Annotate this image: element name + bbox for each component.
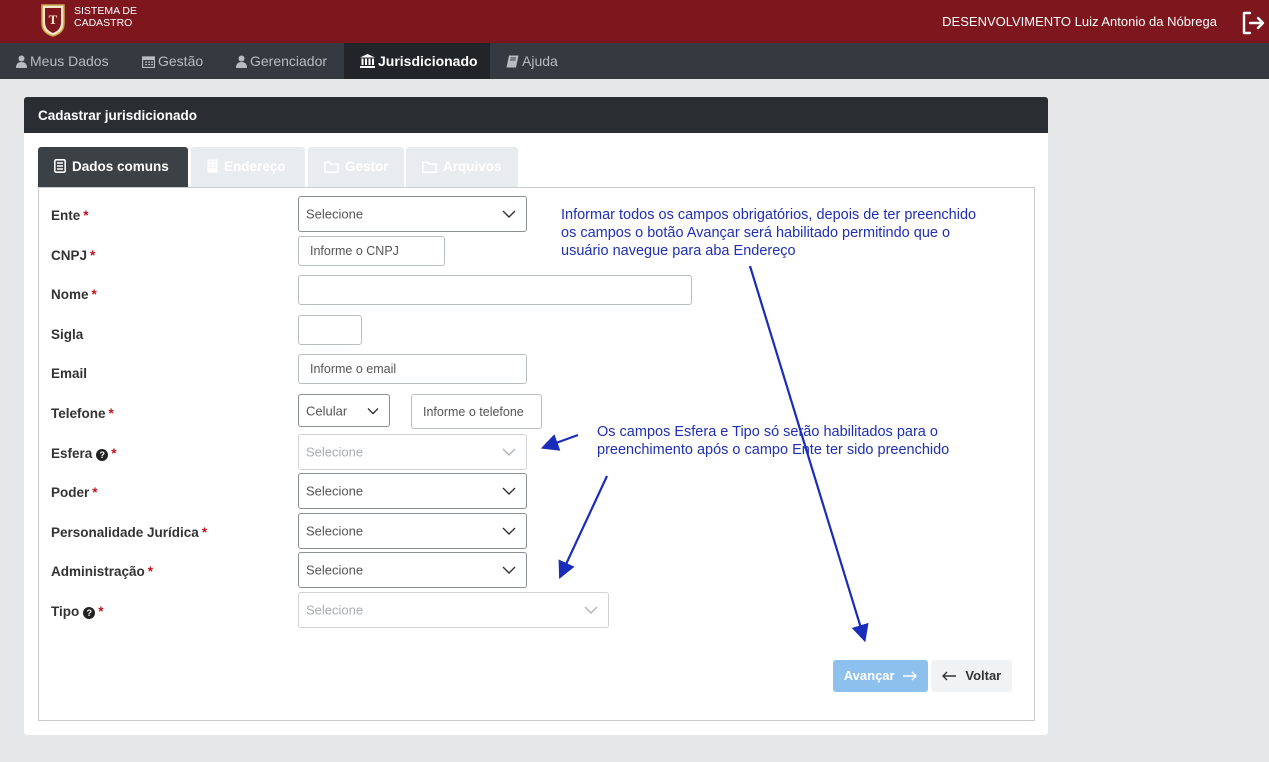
nav-label: Gestão bbox=[158, 53, 204, 69]
chevron-down-icon bbox=[367, 407, 379, 414]
svg-text:T: T bbox=[49, 12, 58, 27]
building-icon bbox=[207, 159, 218, 173]
nav-label: Meus Dados bbox=[30, 53, 109, 69]
label-poder: Poder * bbox=[51, 485, 98, 500]
esfera-select[interactable]: Selecione bbox=[298, 434, 527, 470]
logout-icon[interactable] bbox=[1239, 9, 1267, 37]
label-esfera: Esfera? * bbox=[51, 446, 117, 461]
back-button[interactable]: Voltar bbox=[931, 660, 1012, 692]
chevron-down-icon bbox=[502, 487, 516, 495]
annotation-line: preenchimento após o campo Ente ter sido… bbox=[597, 442, 950, 458]
nav-ajuda[interactable]: Ajuda bbox=[490, 43, 574, 79]
nav-gerenciador[interactable]: Gerenciador bbox=[220, 43, 343, 79]
nav-jurisdicionado[interactable]: Jurisdicionado bbox=[344, 43, 490, 79]
brand-title: SISTEMA DE CADASTRO bbox=[74, 5, 137, 29]
tab-label: Dados comuns bbox=[72, 159, 169, 174]
personalidade-select[interactable]: Selecione bbox=[298, 513, 527, 549]
chevron-down-icon bbox=[584, 606, 598, 614]
chevron-down-icon bbox=[502, 566, 516, 574]
label-personalidade: Personalidade Jurídica * bbox=[51, 525, 208, 540]
annotation-line: os campos o botão Avançar será habilitad… bbox=[561, 225, 951, 241]
email-input[interactable]: Informe o email bbox=[298, 354, 527, 384]
chevron-down-icon bbox=[502, 448, 516, 456]
question-circle-icon[interactable]: ? bbox=[96, 449, 109, 461]
book-icon bbox=[506, 55, 519, 68]
nav-label: Jurisdicionado bbox=[378, 53, 478, 69]
tab-dados-comuns[interactable]: Dados comuns bbox=[38, 147, 188, 187]
telefone-type-select[interactable]: Celular bbox=[298, 394, 390, 427]
tipo-select[interactable]: Selecione bbox=[298, 592, 609, 628]
label-sigla: Sigla bbox=[51, 327, 84, 342]
user-icon bbox=[236, 55, 247, 68]
telefone-input[interactable]: Informe o telefone bbox=[411, 394, 542, 429]
annotation-line: Os campos Esfera e Tipo só serão habilit… bbox=[597, 424, 938, 440]
logo: T bbox=[41, 4, 65, 37]
tab-label: Arquivos bbox=[443, 159, 502, 174]
tab-endereco: Endereço bbox=[191, 147, 305, 187]
label-ente: Ente * bbox=[51, 208, 89, 223]
card-title: Cadastrar jurisdicionado bbox=[24, 97, 1048, 133]
folder-icon bbox=[324, 161, 339, 173]
annotation-line: Informar todos os campos obrigatórios, d… bbox=[561, 207, 977, 223]
brand-line-1: SISTEMA DE bbox=[74, 5, 138, 17]
label-nome: Nome * bbox=[51, 287, 97, 302]
label-cnpj: CNPJ * bbox=[51, 248, 96, 263]
tab-label: Endereço bbox=[224, 159, 286, 174]
top-bar: T SISTEMA DE CADASTRO DESENVOLVIMENTO Lu… bbox=[0, 0, 1269, 43]
sigla-input[interactable] bbox=[298, 315, 362, 345]
register-card: Cadastrar jurisdicionado Dados comuns En… bbox=[24, 97, 1048, 735]
chevron-down-icon bbox=[502, 210, 516, 218]
label-tipo: Tipo? * bbox=[51, 604, 104, 619]
label-email: Email bbox=[51, 366, 88, 381]
tab-gestor: Gestor bbox=[308, 147, 404, 187]
nome-input[interactable] bbox=[298, 275, 692, 305]
chevron-down-icon bbox=[502, 527, 516, 535]
question-circle-icon[interactable]: ? bbox=[83, 607, 96, 619]
annotation-required-fields: Informar todos os campos obrigatórios, d… bbox=[561, 206, 976, 260]
main-nav: Meus Dados Gestão Gerenciador Jurisdicio… bbox=[0, 43, 1269, 79]
annotation-esfera-tipo: Os campos Esfera e Tipo só serão habilit… bbox=[597, 423, 949, 459]
calendar-icon bbox=[141, 56, 156, 69]
nav-label: Ajuda bbox=[522, 53, 558, 69]
arrow-right-icon bbox=[903, 671, 918, 681]
administracao-select[interactable]: Selecione bbox=[298, 552, 527, 588]
poder-select[interactable]: Selecione bbox=[298, 473, 527, 509]
bank-icon bbox=[360, 54, 375, 68]
label-administracao: Administração * bbox=[51, 564, 154, 579]
ente-select[interactable]: Selecione bbox=[298, 196, 527, 232]
next-button[interactable]: Avançar bbox=[833, 660, 928, 692]
nav-meus-dados[interactable]: Meus Dados bbox=[0, 43, 125, 79]
tab-arquivos: Arquivos bbox=[406, 147, 518, 187]
brand-line-2: CADASTRO bbox=[74, 17, 133, 29]
annotation-line: usuário navegue para aba Endereço bbox=[561, 243, 796, 259]
folder-icon bbox=[422, 161, 437, 173]
arrow-left-icon bbox=[941, 671, 956, 681]
label-telefone: Telefone * bbox=[51, 406, 114, 421]
document-icon bbox=[54, 159, 66, 173]
user-name: DESENVOLVIMENTO Luiz Antonio da Nóbrega bbox=[942, 14, 1217, 29]
nav-gestao[interactable]: Gestão bbox=[126, 43, 219, 79]
tab-label: Gestor bbox=[345, 159, 389, 174]
user-icon bbox=[16, 55, 27, 68]
nav-label: Gerenciador bbox=[250, 53, 328, 69]
cnpj-input[interactable]: Informe o CNPJ bbox=[298, 236, 445, 266]
